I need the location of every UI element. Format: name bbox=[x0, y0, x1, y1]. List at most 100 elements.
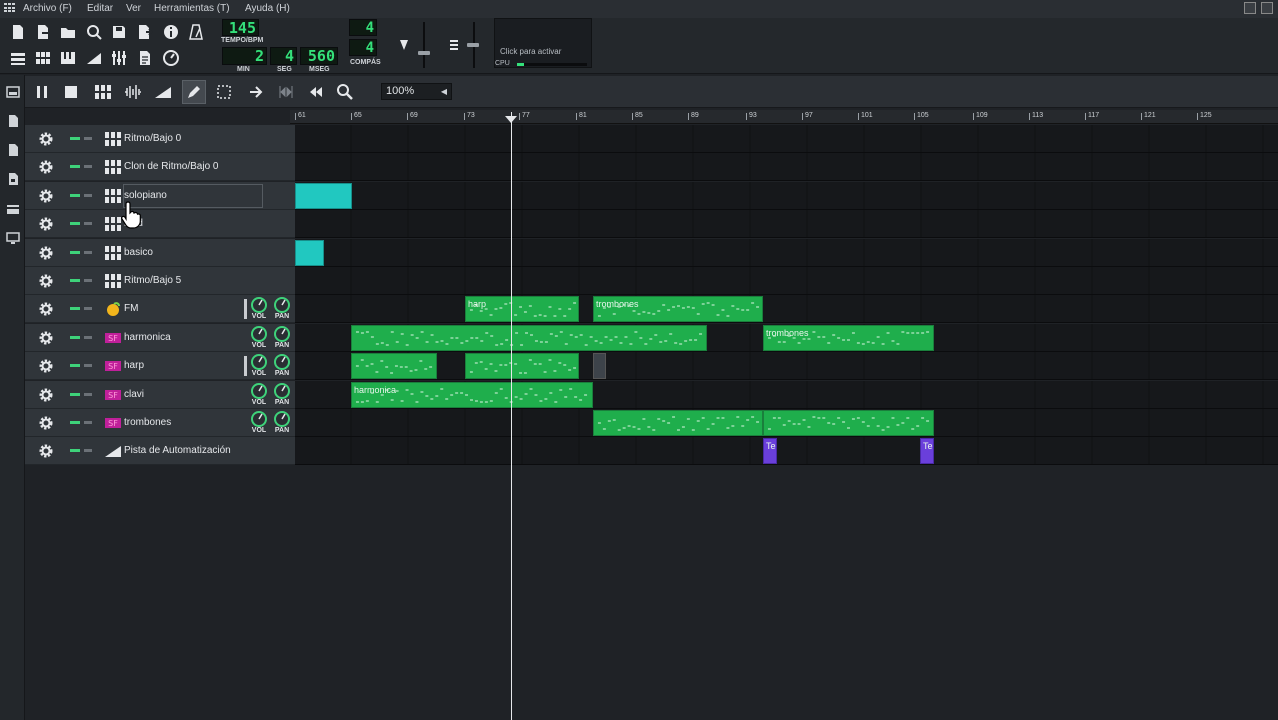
stop-behaviour-button[interactable] bbox=[304, 80, 328, 104]
track-name[interactable]: basico bbox=[124, 247, 153, 258]
pattern-clip[interactable]: harp bbox=[465, 296, 579, 323]
track-lane[interactable] bbox=[295, 267, 1278, 295]
pattern-clip[interactable] bbox=[593, 410, 763, 436]
panning-knob[interactable]: PAN bbox=[272, 325, 292, 351]
track-lane[interactable]: harmonica bbox=[295, 380, 1278, 409]
track-lane[interactable] bbox=[295, 153, 1278, 182]
track-lane[interactable] bbox=[295, 352, 1278, 381]
track-name[interactable]: clavi bbox=[124, 389, 144, 400]
panning-knob[interactable]: PAN bbox=[272, 353, 292, 379]
timeline-ruler[interactable]: 61 65 69 73 77 81 85 89 93 97 101 105 109 113 117 121 12… bbox=[290, 110, 1278, 124]
pattern-clip[interactable] bbox=[351, 353, 437, 380]
mute-toggle[interactable] bbox=[70, 193, 80, 197]
volume-knob[interactable]: VOL bbox=[249, 325, 269, 351]
info-button[interactable] bbox=[161, 22, 181, 42]
menu-ayuda[interactable]: Ayuda (H) bbox=[245, 3, 290, 14]
solo-toggle[interactable] bbox=[84, 222, 92, 226]
solo-toggle[interactable] bbox=[84, 137, 92, 140]
add-beat-track-button[interactable] bbox=[91, 80, 115, 104]
gear-icon[interactable] bbox=[37, 300, 55, 318]
automation-pattern[interactable]: Te bbox=[920, 438, 934, 465]
track-header[interactable]: Clon de Ritmo/Bajo 0 bbox=[25, 153, 295, 182]
track-name[interactable]: FM bbox=[124, 303, 138, 314]
auto-scroll-button[interactable] bbox=[244, 80, 268, 104]
track-name[interactable]: Clon de Ritmo/Bajo 0 bbox=[124, 161, 219, 172]
close-button[interactable] bbox=[1261, 2, 1273, 14]
play-pause-button[interactable] bbox=[30, 80, 54, 104]
my-presets-icon[interactable] bbox=[6, 172, 20, 186]
menu-herramientas[interactable]: Herramientas (T) bbox=[154, 3, 230, 14]
track-header[interactable]: Ritmo/Bajo 5 bbox=[25, 267, 295, 295]
track-lane[interactable] bbox=[295, 181, 1278, 210]
my-home-icon[interactable] bbox=[6, 202, 20, 216]
track-name[interactable]: Pista de Automatización bbox=[124, 445, 231, 456]
pattern-clip[interactable] bbox=[295, 239, 324, 266]
panning-knob[interactable]: PAN bbox=[272, 296, 292, 322]
pattern-clip[interactable]: trombones bbox=[593, 296, 763, 323]
gear-icon[interactable] bbox=[37, 442, 55, 460]
playhead-marker[interactable] bbox=[505, 116, 517, 123]
track-name[interactable]: Ritmo/Bajo 0 bbox=[124, 133, 181, 144]
oscilloscope[interactable]: Click para activar CPU bbox=[494, 18, 592, 68]
playhead[interactable] bbox=[511, 112, 512, 720]
edit-mode-button[interactable] bbox=[212, 80, 236, 104]
mute-toggle[interactable] bbox=[70, 421, 80, 424]
add-sample-track-button[interactable] bbox=[121, 80, 145, 104]
gear-icon[interactable] bbox=[37, 244, 55, 262]
export-button[interactable] bbox=[135, 22, 155, 42]
track-header[interactable]: land bbox=[25, 210, 295, 239]
project-notes-toggle[interactable] bbox=[135, 48, 155, 68]
save-project-button[interactable] bbox=[109, 22, 129, 42]
gear-icon[interactable] bbox=[37, 414, 55, 432]
gear-icon[interactable] bbox=[37, 215, 55, 233]
track-header[interactable]: SF clavi VOL PAN bbox=[25, 380, 295, 409]
mute-toggle[interactable] bbox=[70, 364, 80, 368]
track-header[interactable]: SF trombones VOL PAN bbox=[25, 409, 295, 437]
solo-toggle[interactable] bbox=[84, 250, 92, 254]
solo-toggle[interactable] bbox=[84, 392, 92, 396]
gear-icon[interactable] bbox=[37, 130, 55, 148]
pattern-clip[interactable] bbox=[763, 410, 934, 436]
panning-knob[interactable]: PAN bbox=[272, 382, 292, 408]
gear-icon[interactable] bbox=[37, 357, 55, 375]
track-header[interactable]: SF harp VOL PAN bbox=[25, 352, 295, 381]
mute-toggle[interactable] bbox=[70, 222, 80, 226]
solo-toggle[interactable] bbox=[84, 421, 92, 424]
mute-toggle[interactable] bbox=[70, 165, 80, 169]
time-sig-denominator[interactable]: 4 bbox=[349, 39, 377, 56]
metronome-button[interactable] bbox=[186, 22, 206, 42]
add-automation-track-button[interactable] bbox=[151, 80, 175, 104]
track-lane[interactable]: harp trombones bbox=[295, 295, 1278, 324]
new-project-button[interactable] bbox=[8, 22, 28, 42]
track-header[interactable]: FM VOL PAN bbox=[25, 295, 295, 324]
master-volume-handle[interactable] bbox=[418, 51, 430, 55]
track-header[interactable]: SF harmonica VOL PAN bbox=[25, 323, 295, 352]
my-projects-icon[interactable] bbox=[6, 114, 20, 128]
pattern-clip[interactable] bbox=[351, 324, 707, 351]
loop-points-button[interactable] bbox=[274, 80, 298, 104]
mute-toggle[interactable] bbox=[70, 449, 80, 453]
track-lane[interactable] bbox=[295, 210, 1278, 239]
track-lane[interactable] bbox=[295, 125, 1278, 153]
track-header[interactable]: Ritmo/Bajo 0 bbox=[25, 125, 295, 153]
track-name[interactable]: Ritmo/Bajo 5 bbox=[124, 275, 181, 286]
recent-projects-button[interactable] bbox=[84, 22, 104, 42]
master-pitch-handle[interactable] bbox=[467, 43, 479, 47]
master-volume-fader[interactable] bbox=[423, 22, 425, 68]
time-sig-numerator[interactable]: 4 bbox=[349, 19, 377, 36]
track-lane[interactable]: trombones bbox=[295, 323, 1278, 352]
song-editor-toggle[interactable] bbox=[8, 48, 28, 68]
gear-icon[interactable] bbox=[37, 187, 55, 205]
volume-knob[interactable]: VOL bbox=[249, 382, 269, 408]
track-name[interactable]: harmonica bbox=[124, 332, 171, 343]
pattern-clip[interactable] bbox=[295, 182, 352, 209]
menu-editar[interactable]: Editar bbox=[87, 3, 113, 14]
track-lane[interactable] bbox=[295, 238, 1278, 267]
stop-button[interactable] bbox=[59, 80, 83, 104]
mute-toggle[interactable] bbox=[70, 279, 80, 282]
automation-pattern[interactable]: Te bbox=[763, 438, 777, 465]
track-lane[interactable] bbox=[295, 409, 1278, 437]
menu-archivo[interactable]: Archivo (F) bbox=[23, 3, 72, 14]
beat-editor-toggle[interactable] bbox=[33, 48, 53, 68]
app-icon[interactable] bbox=[4, 3, 15, 13]
